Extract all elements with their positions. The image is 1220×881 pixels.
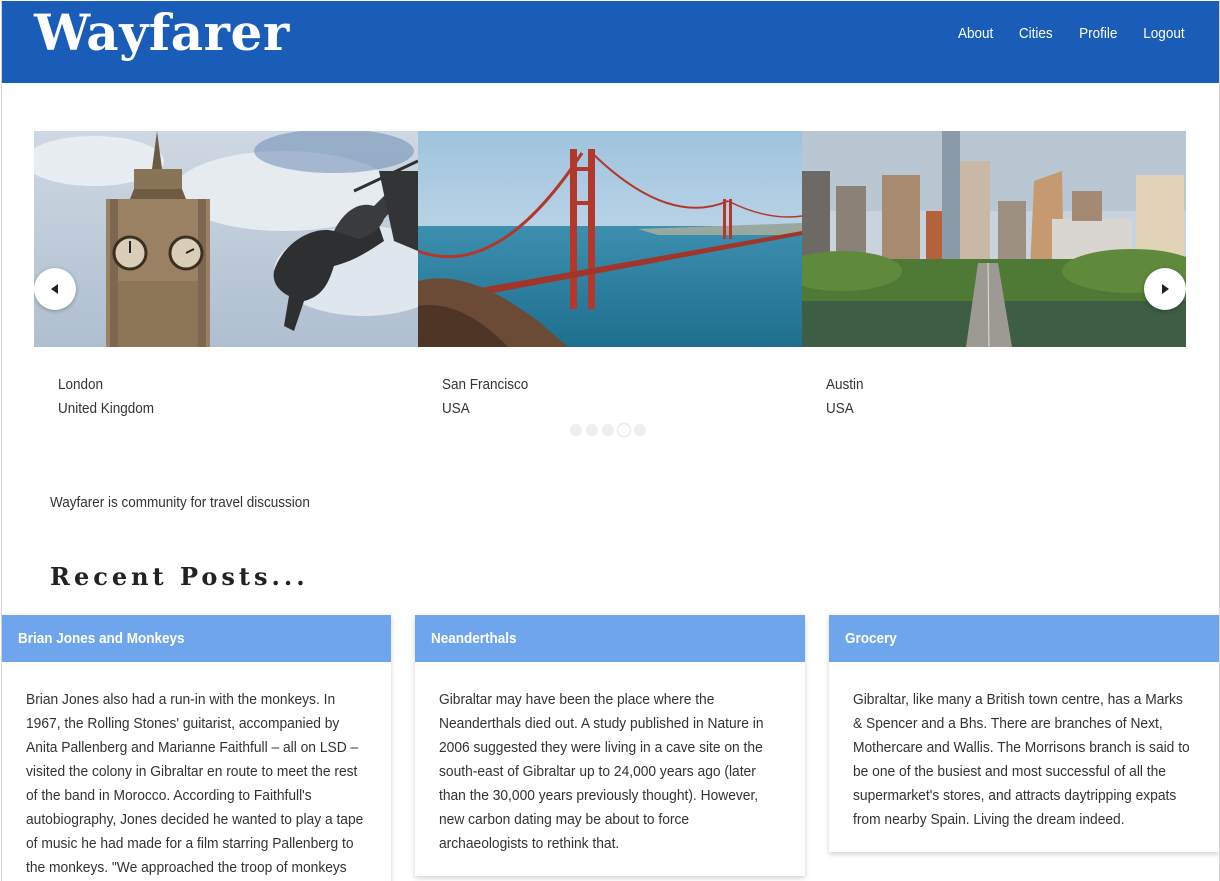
post-card-header: Brian Jones and Monkeys (2, 615, 391, 662)
city-name: London (58, 376, 104, 393)
post-card[interactable]: Brian Jones and Monkeys Brian Jones also… (2, 615, 391, 881)
carousel-slide-san-francisco[interactable]: San Francisco USA (418, 131, 802, 443)
carousel-dot-active[interactable] (618, 424, 630, 436)
post-body: Brian Jones also had a run-in with the m… (26, 691, 364, 876)
page: Wayfarer About Cities Profile Logout Lon… (1, 0, 1220, 881)
post-body: Gibraltar may have been the place where … (439, 691, 764, 852)
city-name: San Francisco (442, 376, 529, 393)
nav-logout-link[interactable]: Logout (1143, 25, 1184, 42)
post-card-header: Grocery (829, 615, 1219, 662)
post-body: Gibraltar, like many a British town cent… (853, 691, 1190, 828)
carousel-dot[interactable] (570, 424, 582, 436)
carousel-indicators (570, 424, 646, 436)
post-card-body: Brian Jones also had a run-in with the m… (2, 662, 391, 881)
san-francisco-image (418, 131, 802, 347)
country-name: USA (442, 400, 470, 417)
country-name: United Kingdom (58, 400, 155, 417)
city-carousel: London United Kingdom San Francisco USA … (34, 131, 1186, 443)
london-image (34, 131, 418, 347)
slide-caption: London United Kingdom (34, 347, 418, 443)
post-card[interactable]: Grocery Gibraltar, like many a British t… (829, 615, 1219, 852)
post-card[interactable]: Neanderthals Gibraltar may have been the… (415, 615, 805, 876)
site-tagline: Wayfarer is community for travel discuss… (50, 494, 310, 511)
slide-caption: Austin USA (802, 347, 1186, 443)
post-card-body: Gibraltar may have been the place where … (415, 662, 805, 876)
post-title[interactable]: Grocery (845, 615, 897, 662)
brand-logo[interactable]: Wayfarer (34, 3, 290, 62)
post-title[interactable]: Neanderthals (431, 615, 517, 662)
austin-image (802, 131, 1186, 347)
nav-links: About Cities Profile Logout (956, 25, 1187, 42)
carousel-slide-austin[interactable]: Austin USA (802, 131, 1186, 443)
carousel-dot[interactable] (602, 424, 614, 436)
navbar: Wayfarer About Cities Profile Logout (2, 1, 1219, 83)
country-name: USA (826, 400, 854, 417)
chevron-right-icon (1162, 284, 1169, 294)
carousel-dot[interactable] (634, 424, 646, 436)
nav-about-link[interactable]: About (958, 25, 993, 42)
recent-posts-title: Recent Posts... (50, 562, 309, 591)
nav-cities-link[interactable]: Cities (1019, 25, 1053, 42)
post-card-body: Gibraltar, like many a British town cent… (829, 662, 1219, 852)
nav-profile-link[interactable]: Profile (1079, 25, 1117, 42)
post-card-header: Neanderthals (415, 615, 805, 662)
carousel-next-button[interactable] (1144, 268, 1186, 310)
carousel-prev-button[interactable] (34, 268, 76, 310)
city-name: Austin (826, 376, 864, 393)
chevron-left-icon (51, 284, 58, 294)
post-title[interactable]: Brian Jones and Monkeys (18, 615, 185, 662)
carousel-slide-london[interactable]: London United Kingdom (34, 131, 418, 443)
carousel-dot[interactable] (586, 424, 598, 436)
